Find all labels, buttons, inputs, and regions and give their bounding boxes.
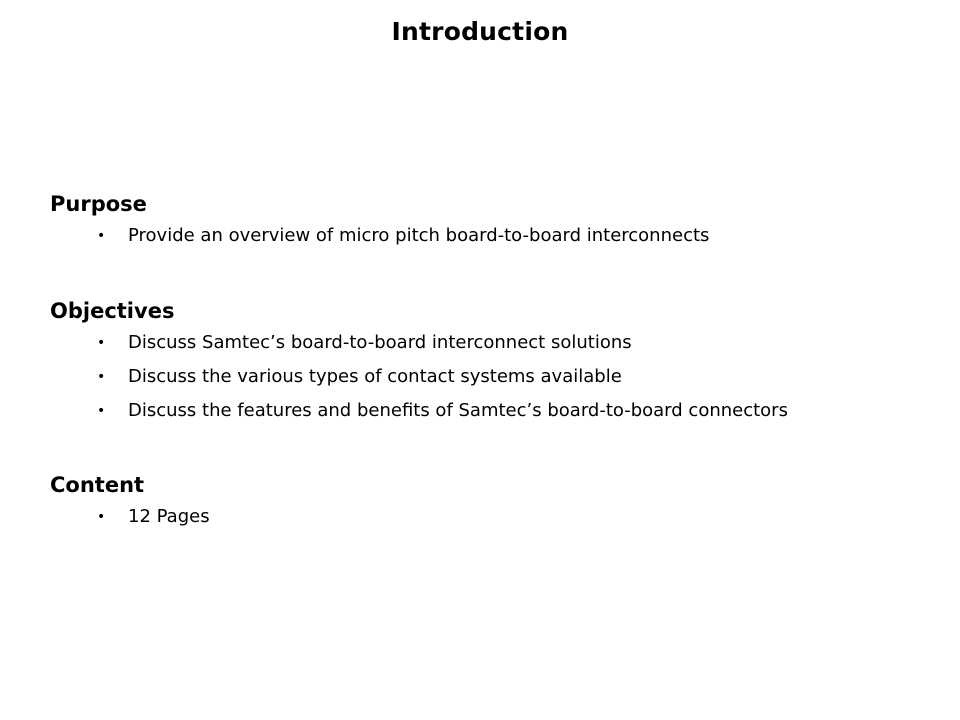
section-heading-content: Content xyxy=(50,473,145,497)
bullet-text: 12 Pages xyxy=(128,506,210,527)
bullet-icon: • xyxy=(97,335,106,351)
bullet-item: • Discuss the various types of contact s… xyxy=(50,360,788,394)
bullet-text: Discuss Samtec’s board-to-board intercon… xyxy=(128,332,632,353)
bullet-icon: • xyxy=(97,369,106,385)
bullet-list-content: • 12 Pages xyxy=(50,500,210,534)
bullet-text: Provide an overview of micro pitch board… xyxy=(128,225,710,246)
bullet-text: Discuss the various types of contact sys… xyxy=(128,366,622,387)
section-objectives: Objectives • Discuss Samtec’s board-to-b… xyxy=(50,297,788,428)
bullet-item: • Discuss Samtec’s board-to-board interc… xyxy=(50,326,788,360)
section-purpose: Purpose • Provide an overview of micro p… xyxy=(50,190,709,253)
section-heading-purpose: Purpose xyxy=(50,192,147,216)
bullet-text: Discuss the features and benefits of Sam… xyxy=(128,400,788,421)
bullet-item: • Discuss the features and benefits of S… xyxy=(50,394,788,428)
bullet-list-purpose: • Provide an overview of micro pitch boa… xyxy=(50,219,709,253)
section-heading-objectives: Objectives xyxy=(50,299,175,323)
bullet-item: • 12 Pages xyxy=(50,500,210,534)
bullet-icon: • xyxy=(97,228,106,244)
bullet-icon: • xyxy=(97,403,106,419)
bullet-icon: • xyxy=(97,509,106,525)
slide-title: Introduction xyxy=(391,17,569,46)
bullet-list-objectives: • Discuss Samtec’s board-to-board interc… xyxy=(50,326,788,428)
bullet-item: • Provide an overview of micro pitch boa… xyxy=(50,219,709,253)
section-content: Content • 12 Pages xyxy=(50,471,210,534)
